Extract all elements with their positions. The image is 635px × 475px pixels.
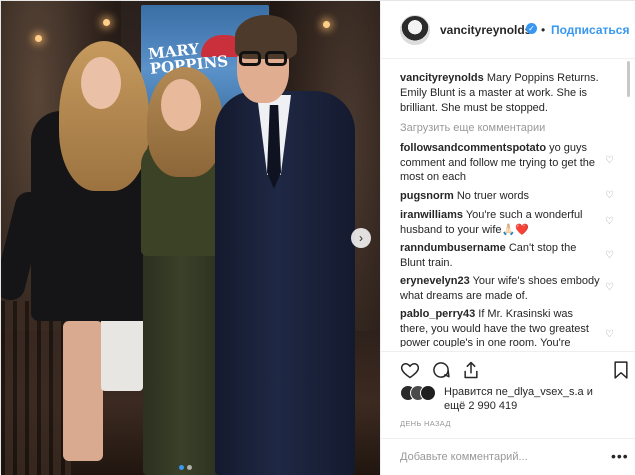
add-comment-input[interactable] xyxy=(400,449,600,465)
comment-like-heart-icon[interactable]: ♡ xyxy=(605,217,615,227)
bookmark-icon[interactable] xyxy=(611,360,631,380)
person-middle-face xyxy=(161,79,201,131)
carousel-dots xyxy=(179,461,195,473)
comment-like-heart-icon[interactable]: ♡ xyxy=(605,330,615,340)
comment-username[interactable]: followsandcommentspotato xyxy=(400,142,546,154)
comment-like-heart-icon[interactable]: ♡ xyxy=(605,283,615,293)
action-bar xyxy=(381,351,635,381)
comment-item: pablo_perry43 If Mr. Krasinski was there… xyxy=(400,307,600,347)
follow-button[interactable]: Подписаться xyxy=(551,23,629,37)
person-right-suit xyxy=(215,91,355,475)
comment-item: followsandcommentspotato yo guys comment… xyxy=(400,141,600,185)
caption-username[interactable]: vancityreynolds xyxy=(400,72,484,84)
comment-like-heart-icon[interactable]: ♡ xyxy=(605,156,615,166)
comment-username[interactable]: iranwilliams xyxy=(400,209,463,221)
comment-item: ranndumbusername Can't stop the Blunt tr… xyxy=(400,241,600,270)
comment-item: erynevelyn23 Your wife's shoes embody wh… xyxy=(400,274,600,303)
liker-avatars xyxy=(400,385,440,401)
post-header: vancityreynolds ✓ • Подписаться xyxy=(381,1,635,59)
avatar[interactable] xyxy=(400,15,430,45)
glasses xyxy=(237,51,291,67)
add-comment-bar: ••• xyxy=(381,438,635,475)
comment-username[interactable]: pugsnorm xyxy=(400,190,454,202)
header-username[interactable]: vancityreynolds xyxy=(440,23,531,37)
load-more-comments-button[interactable]: Загрузить еще комментарии xyxy=(400,122,545,134)
comment-username[interactable]: erynevelyn23 xyxy=(400,275,470,287)
comment-text: No truer words xyxy=(456,190,529,202)
likes-line-1: Нравится ne_dlya_vsex_s.a и xyxy=(444,386,593,398)
person-left-face xyxy=(81,57,121,109)
post-caption: vancityreynolds Mary Poppins Returns. Em… xyxy=(400,71,614,116)
heart-outline-icon[interactable] xyxy=(400,360,420,380)
stair-railing xyxy=(1,301,71,475)
chevron-right-icon[interactable]: › xyxy=(351,228,371,248)
post-timestamp[interactable]: ДЕНЬ НАЗАД xyxy=(400,419,451,428)
share-arrow-icon[interactable] xyxy=(461,360,481,380)
comment-item: iranwilliams You're such a wonderful hus… xyxy=(400,208,600,237)
person-middle-pants xyxy=(143,251,221,475)
comment-username[interactable]: pablo_perry43 xyxy=(400,308,475,320)
likes-summary[interactable]: Нравится ne_dlya_vsex_s.a и ещё 2 990 41… xyxy=(400,383,630,415)
wall-lamp xyxy=(103,19,110,26)
likes-count[interactable]: ещё 2 990 419 xyxy=(444,400,517,412)
person-left-legs xyxy=(63,321,103,461)
instagram-post: MARY POPPINS › vancityreynolds ✓ • Подпи… xyxy=(0,0,635,475)
comments-list[interactable]: vancityreynolds Mary Poppins Returns. Em… xyxy=(381,67,629,347)
separator-dot: • xyxy=(541,23,546,37)
comments-scrollbar[interactable] xyxy=(627,61,630,97)
wall-lamp xyxy=(323,21,330,28)
wall-lamp xyxy=(35,35,42,42)
post-photo[interactable]: MARY POPPINS › xyxy=(1,1,380,475)
more-options-icon[interactable]: ••• xyxy=(611,449,629,463)
comment-username[interactable]: ranndumbusername xyxy=(400,242,506,254)
comment-item: pugsnorm No truer words xyxy=(400,189,600,204)
comment-like-heart-icon[interactable]: ♡ xyxy=(605,191,615,201)
speech-bubble-icon[interactable] xyxy=(431,360,451,380)
verified-badge-icon: ✓ xyxy=(526,23,537,34)
comment-like-heart-icon[interactable]: ♡ xyxy=(605,251,615,261)
post-sidebar: vancityreynolds ✓ • Подписаться vancityr… xyxy=(380,1,635,475)
